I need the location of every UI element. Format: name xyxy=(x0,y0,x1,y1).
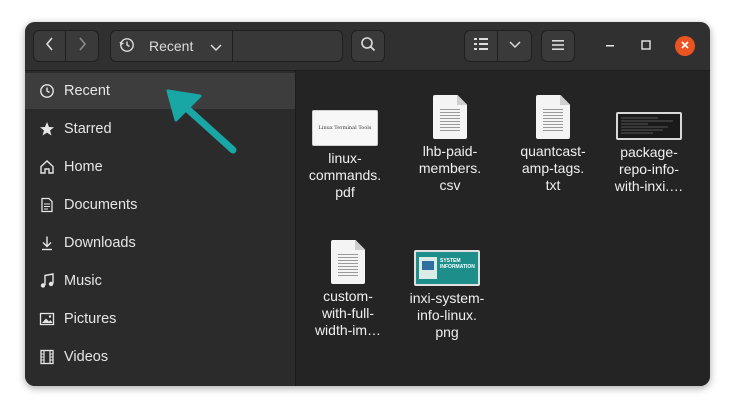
download-icon xyxy=(39,235,55,251)
close-button[interactable] xyxy=(675,36,695,56)
file-name: lhb-paid- members. csv xyxy=(418,143,482,193)
search-icon xyxy=(360,36,376,57)
text-document-icon xyxy=(433,95,467,139)
view-options-button[interactable] xyxy=(498,30,532,62)
text-document-icon xyxy=(331,240,365,284)
chevron-left-icon xyxy=(45,36,55,56)
file-item-custom-with-full-width[interactable]: custom- with-full- width-im… xyxy=(303,240,393,339)
file-name: package- repo-info- with-inxi.… xyxy=(614,144,684,194)
sidebar-item-recent[interactable]: Recent xyxy=(25,73,295,109)
chevron-down-icon xyxy=(508,37,521,55)
document-icon xyxy=(39,197,55,213)
sidebar-item-label: Pictures xyxy=(64,311,117,327)
list-view-button[interactable] xyxy=(464,30,498,62)
close-icon xyxy=(680,37,690,55)
thumbnail-title: Linux Terminal Tools xyxy=(318,125,372,131)
search-button[interactable] xyxy=(351,30,385,62)
hamburger-menu-icon xyxy=(552,37,564,55)
path-bar-empty[interactable] xyxy=(233,30,343,62)
sidebar-item-label: Recent xyxy=(64,83,110,99)
back-button[interactable] xyxy=(33,30,66,62)
maximize-button[interactable] xyxy=(636,36,656,56)
music-note-icon xyxy=(39,273,55,289)
sidebar-item-videos[interactable]: Videos xyxy=(25,339,295,375)
file-item-quantcast-amp-tags-txt[interactable]: quantcast- amp-tags. txt xyxy=(508,95,598,194)
sidebar-item-downloads[interactable]: Downloads xyxy=(25,225,295,261)
sidebar-item-label: Downloads xyxy=(64,235,136,251)
maximize-icon xyxy=(641,37,651,55)
file-manager-window: Recent Recent Starred Home Documents Dow… xyxy=(25,22,710,386)
sidebar-item-pictures[interactable]: Pictures xyxy=(25,301,295,337)
text-document-icon xyxy=(536,95,570,139)
sidebar-item-label: Starred xyxy=(64,121,112,137)
image-thumbnail: SYSTEM INFORMATION xyxy=(414,250,480,286)
clock-history-icon xyxy=(119,37,135,56)
list-view-icon xyxy=(474,37,488,55)
sidebar-item-label: Home xyxy=(64,159,103,175)
picture-icon xyxy=(39,311,55,327)
minimize-icon xyxy=(605,37,615,55)
file-item-package-repo-info[interactable]: package- repo-info- with-inxi.… xyxy=(604,99,694,195)
sidebar-item-home[interactable]: Home xyxy=(25,149,295,185)
sidebar: Recent Starred Home Documents Downloads xyxy=(25,71,296,386)
chevron-down-icon xyxy=(210,40,222,56)
file-item-lhb-paid-members-csv[interactable]: lhb-paid- members. csv xyxy=(405,95,495,194)
file-name: inxi-system- info-linux. png xyxy=(409,290,485,340)
file-item-linux-commands-pdf[interactable]: Linux Terminal Tools linux- commands. pd… xyxy=(300,99,390,201)
main-menu-button[interactable] xyxy=(541,30,575,62)
sidebar-item-label: Videos xyxy=(64,349,109,365)
forward-button[interactable] xyxy=(66,30,99,62)
file-name: custom- with-full- width-im… xyxy=(314,288,382,338)
chevron-right-icon xyxy=(77,36,87,56)
sidebar-item-documents[interactable]: Documents xyxy=(25,187,295,223)
thumbnail-title: SYSTEM INFORMATION xyxy=(440,258,475,270)
home-icon xyxy=(39,159,55,175)
star-icon xyxy=(39,121,55,137)
file-grid: Linux Terminal Tools linux- commands. pd… xyxy=(296,71,710,386)
file-item-inxi-system-info-png[interactable]: SYSTEM INFORMATION inxi-system- info-lin… xyxy=(402,240,492,341)
header-bar: Recent xyxy=(25,22,710,71)
terminal-screenshot-thumbnail xyxy=(616,112,682,140)
sidebar-item-label: Documents xyxy=(64,197,138,213)
sidebar-item-label: Music xyxy=(64,273,102,289)
file-name: quantcast- amp-tags. txt xyxy=(520,143,586,193)
location-button-recent[interactable]: Recent xyxy=(110,30,233,62)
location-label: Recent xyxy=(149,38,194,54)
file-name: linux- commands. pdf xyxy=(308,150,382,200)
clock-history-icon xyxy=(39,83,55,99)
minimize-button[interactable] xyxy=(600,36,620,56)
sidebar-item-music[interactable]: Music xyxy=(25,263,295,299)
pdf-thumbnail: Linux Terminal Tools xyxy=(312,110,378,146)
sidebar-item-starred[interactable]: Starred xyxy=(25,111,295,147)
film-icon xyxy=(39,349,55,365)
